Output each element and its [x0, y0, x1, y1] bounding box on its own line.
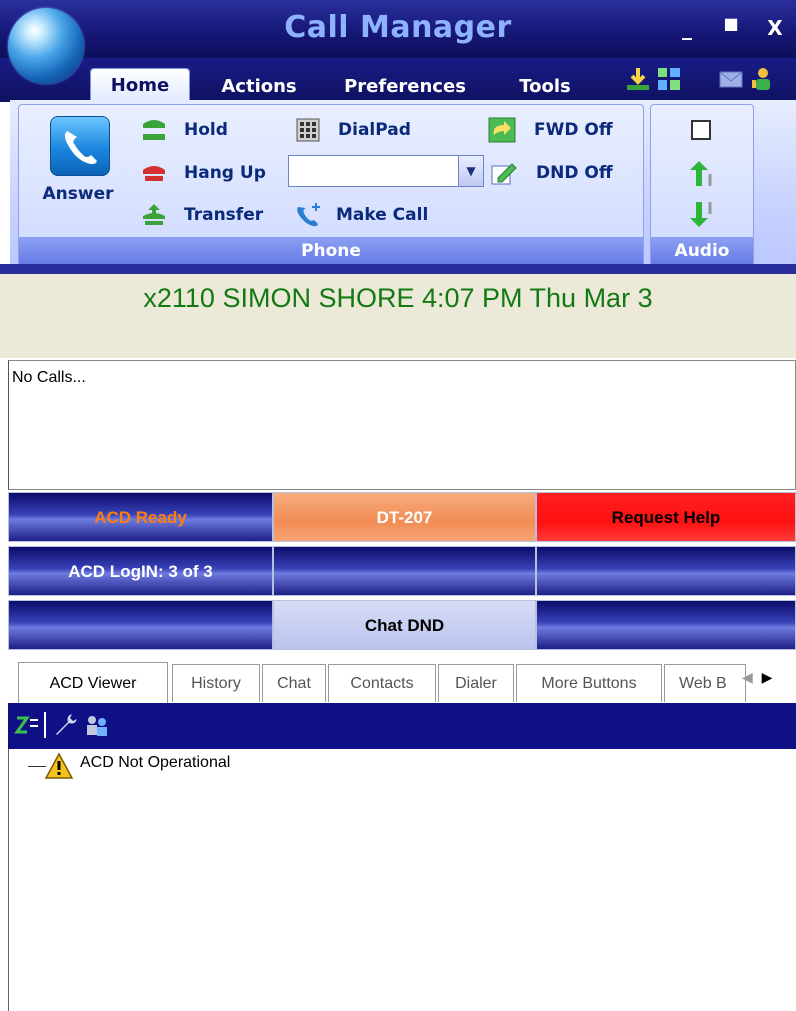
tab-contacts[interactable]: Contacts	[328, 664, 436, 702]
acd-login-button[interactable]: ACD LogIN: 3 of 3	[8, 546, 273, 596]
tab-tools[interactable]: Tools	[505, 71, 585, 102]
blank-button-3-3[interactable]	[536, 600, 796, 650]
toolbar-divider	[44, 712, 46, 738]
transfer-icon	[143, 204, 165, 225]
dial-dropdown-button[interactable]: ▼	[458, 155, 484, 187]
audio-checkbox-icon[interactable]	[690, 119, 712, 141]
tab-chat[interactable]: Chat	[262, 664, 326, 702]
chat-dnd-button[interactable]: Chat DND	[273, 600, 536, 650]
calls-list[interactable]	[8, 360, 796, 490]
download-icon[interactable]	[625, 66, 651, 92]
scroll-right-icon[interactable]: ▶	[757, 670, 773, 686]
wrench-icon[interactable]	[52, 712, 78, 738]
no-calls-text: No Calls...	[12, 369, 86, 386]
tab-actions[interactable]: Actions	[210, 71, 308, 102]
refresh-zone-icon[interactable]	[14, 714, 40, 738]
acd-viewer-tree[interactable]	[8, 749, 796, 1011]
audio-group-label: Audio	[651, 237, 753, 265]
phone-handset-icon	[50, 116, 110, 176]
blank-button-3-1[interactable]	[8, 600, 273, 650]
tab-preferences[interactable]: Preferences	[330, 71, 480, 102]
minimize-button[interactable]: _	[676, 16, 698, 40]
fwd-off-button[interactable]: FWD Off	[534, 116, 613, 144]
warning-icon	[44, 752, 74, 779]
dnd-icon	[491, 163, 517, 185]
extension-status-text: x2110 SIMON SHORE 4:07 PM Thu Mar 3	[143, 283, 653, 313]
make-call-button[interactable]: Make Call	[336, 201, 428, 229]
ribbon-bottom-border	[0, 264, 796, 274]
dnd-off-button[interactable]: DND Off	[536, 159, 613, 187]
dialpad-button[interactable]: DialPad	[338, 116, 411, 144]
transfer-button[interactable]: Transfer	[184, 201, 263, 229]
request-help-button[interactable]: Request Help	[536, 492, 796, 542]
hold-icon	[143, 120, 165, 140]
user-status-icon[interactable]	[750, 66, 776, 92]
acd-viewer-toolbar	[8, 703, 796, 749]
blank-button-2-2[interactable]	[273, 546, 536, 596]
make-call-icon	[297, 203, 320, 227]
dt-207-button[interactable]: DT-207	[273, 492, 536, 542]
volume-down-icon[interactable]	[686, 200, 716, 228]
app-orb-button[interactable]	[8, 8, 84, 84]
tab-more-buttons[interactable]: More Buttons	[516, 664, 662, 702]
tab-dialer[interactable]: Dialer	[438, 664, 514, 702]
scroll-left-icon[interactable]: ◀	[742, 670, 753, 686]
dial-number-input[interactable]	[288, 155, 458, 187]
tab-acd-viewer[interactable]: ACD Viewer	[18, 662, 168, 704]
maximize-button[interactable]: ■	[720, 14, 742, 33]
agents-icon[interactable]	[84, 714, 110, 738]
layout-icon[interactable]	[656, 66, 682, 92]
hang-up-button[interactable]: Hang Up	[184, 159, 266, 187]
tab-history[interactable]: History	[172, 664, 260, 702]
volume-up-icon[interactable]	[686, 160, 716, 188]
acd-ready-button[interactable]: ACD Ready	[8, 492, 273, 542]
tab-home[interactable]: Home	[90, 68, 190, 103]
dialpad-icon	[296, 118, 320, 142]
tab-scroll-buttons[interactable]: ◀ ▶	[742, 670, 796, 700]
hang-up-icon	[143, 166, 165, 181]
close-button[interactable]: X	[764, 16, 786, 40]
hold-button[interactable]: Hold	[184, 116, 228, 144]
tab-web-browser[interactable]: Web B	[664, 664, 746, 702]
answer-label: Answer	[42, 184, 114, 204]
acd-not-operational-item[interactable]: ACD Not Operational	[80, 754, 230, 772]
phone-group-label: Phone	[19, 237, 643, 265]
mail-icon[interactable]	[718, 66, 744, 92]
blank-button-2-3[interactable]	[536, 546, 796, 596]
forward-icon	[488, 117, 516, 143]
